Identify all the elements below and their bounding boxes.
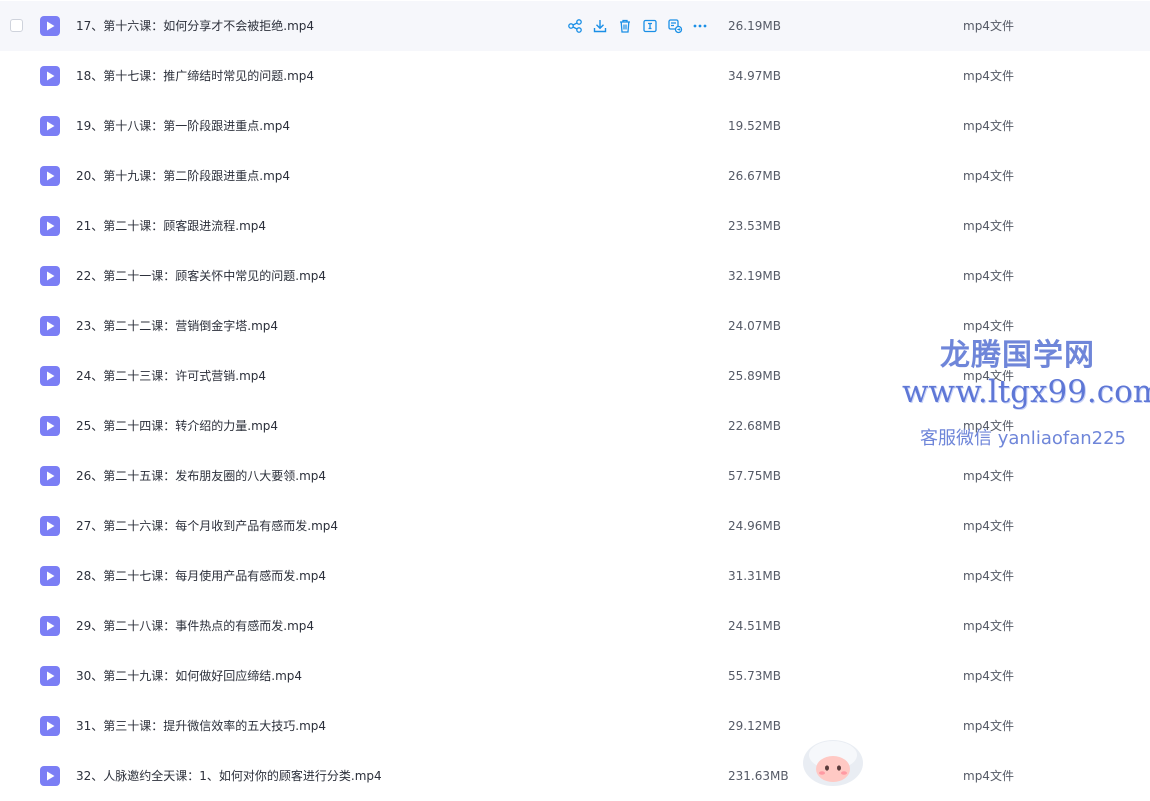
file-row[interactable]: 27、第二十六课：每个月收到产品有感而发.mp4 24.96MB mp4文件: [0, 501, 1150, 551]
file-name[interactable]: 25、第二十四课：转介绍的力量.mp4: [76, 401, 278, 451]
video-file-icon: [40, 466, 60, 486]
more-icon[interactable]: [692, 18, 708, 34]
file-size: 31.31MB: [728, 569, 781, 583]
file-name[interactable]: 29、第二十八课：事件热点的有感而发.mp4: [76, 601, 314, 651]
file-size: 24.07MB: [728, 319, 781, 333]
assistant-mascot-icon[interactable]: [800, 737, 866, 789]
file-name[interactable]: 32、人脉邀约全天课：1、如何对你的顾客进行分类.mp4: [76, 751, 382, 801]
file-type: mp4文件: [963, 269, 1014, 283]
rename-icon[interactable]: [642, 18, 658, 34]
file-size: 55.73MB: [728, 669, 781, 683]
file-type: mp4文件: [963, 119, 1014, 133]
file-name[interactable]: 30、第二十九课：如何做好回应缔结.mp4: [76, 651, 302, 701]
file-size: 32.19MB: [728, 269, 781, 283]
file-name[interactable]: 19、第十八课：第一阶段跟进重点.mp4: [76, 101, 290, 151]
file-type: mp4文件: [963, 469, 1014, 483]
file-type: mp4文件: [963, 169, 1014, 183]
video-file-icon: [40, 366, 60, 386]
file-row[interactable]: 21、第二十课：顾客跟进流程.mp4 23.53MB mp4文件: [0, 201, 1150, 251]
file-type: mp4文件: [963, 69, 1014, 83]
video-file-icon: [40, 66, 60, 86]
file-size: 29.12MB: [728, 719, 781, 733]
video-file-icon: [40, 16, 60, 36]
delete-icon[interactable]: [617, 18, 633, 34]
file-size: 24.51MB: [728, 619, 781, 633]
video-file-icon: [40, 416, 60, 436]
transfer-icon[interactable]: [667, 18, 683, 34]
file-name[interactable]: 31、第三十课：提升微信效率的五大技巧.mp4: [76, 701, 326, 751]
file-name[interactable]: 22、第二十一课：顾客关怀中常见的问题.mp4: [76, 251, 326, 301]
video-file-icon: [40, 716, 60, 736]
file-row[interactable]: 18、第十七课：推广缔结时常见的问题.mp4 34.97MB mp4文件: [0, 51, 1150, 101]
row-actions: [567, 18, 708, 34]
file-row[interactable]: 32、人脉邀约全天课：1、如何对你的顾客进行分类.mp4 231.63MB mp4文…: [0, 751, 1150, 801]
file-name[interactable]: 27、第二十六课：每个月收到产品有感而发.mp4: [76, 501, 338, 551]
file-name[interactable]: 24、第二十三课：许可式营销.mp4: [76, 351, 266, 401]
file-name[interactable]: 21、第二十课：顾客跟进流程.mp4: [76, 201, 266, 251]
video-file-icon: [40, 216, 60, 236]
file-name[interactable]: 18、第十七课：推广缔结时常见的问题.mp4: [76, 51, 314, 101]
video-file-icon: [40, 266, 60, 286]
file-row[interactable]: 22、第二十一课：顾客关怀中常见的问题.mp4 32.19MB mp4文件: [0, 251, 1150, 301]
download-icon[interactable]: [592, 18, 608, 34]
file-type: mp4文件: [963, 619, 1014, 633]
video-file-icon: [40, 316, 60, 336]
file-type: mp4文件: [963, 669, 1014, 683]
video-file-icon: [40, 566, 60, 586]
file-size: 23.53MB: [728, 219, 781, 233]
file-type: mp4文件: [963, 769, 1014, 783]
file-size: 26.67MB: [728, 169, 781, 183]
video-file-icon: [40, 116, 60, 136]
watermark-url: www.ltgx99.com: [902, 374, 1150, 410]
file-size: 24.96MB: [728, 519, 781, 533]
video-file-icon: [40, 666, 60, 686]
file-size: 22.68MB: [728, 419, 781, 433]
file-type: mp4文件: [963, 719, 1014, 733]
file-name[interactable]: 23、第二十二课：营销倒金字塔.mp4: [76, 301, 278, 351]
file-name[interactable]: 26、第二十五课：发布朋友圈的八大要领.mp4: [76, 451, 326, 501]
file-size: 25.89MB: [728, 369, 781, 383]
file-type: mp4文件: [963, 19, 1014, 33]
file-row[interactable]: 28、第二十七课：每月使用产品有感而发.mp4 31.31MB mp4文件: [0, 551, 1150, 601]
file-size: 26.19MB: [728, 19, 781, 33]
file-row[interactable]: 17、第十六课：如何分享才不会被拒绝.mp4 26.19MB mp4文件: [0, 1, 1150, 51]
file-row[interactable]: 30、第二十九课：如何做好回应缔结.mp4 55.73MB mp4文件: [0, 651, 1150, 701]
file-name[interactable]: 28、第二十七课：每月使用产品有感而发.mp4: [76, 551, 326, 601]
file-size: 231.63MB: [728, 769, 789, 783]
file-row[interactable]: 26、第二十五课：发布朋友圈的八大要领.mp4 57.75MB mp4文件: [0, 451, 1150, 501]
file-type: mp4文件: [963, 569, 1014, 583]
watermark-title: 龙腾国学网: [940, 338, 1095, 373]
video-file-icon: [40, 766, 60, 786]
file-size: 57.75MB: [728, 469, 781, 483]
file-row[interactable]: 29、第二十八课：事件热点的有感而发.mp4 24.51MB mp4文件: [0, 601, 1150, 651]
share-icon[interactable]: [567, 18, 583, 34]
row-checkbox[interactable]: [10, 19, 23, 32]
file-type: mp4文件: [963, 219, 1014, 233]
file-name[interactable]: 17、第十六课：如何分享才不会被拒绝.mp4: [76, 1, 314, 51]
file-type: mp4文件: [963, 519, 1014, 533]
file-row[interactable]: 31、第三十课：提升微信效率的五大技巧.mp4 29.12MB mp4文件: [0, 701, 1150, 751]
video-file-icon: [40, 516, 60, 536]
file-row[interactable]: 20、第十九课：第二阶段跟进重点.mp4 26.67MB mp4文件: [0, 151, 1150, 201]
video-file-icon: [40, 166, 60, 186]
file-name[interactable]: 20、第十九课：第二阶段跟进重点.mp4: [76, 151, 290, 201]
file-size: 34.97MB: [728, 69, 781, 83]
file-row[interactable]: 19、第十八课：第一阶段跟进重点.mp4 19.52MB mp4文件: [0, 101, 1150, 151]
video-file-icon: [40, 616, 60, 636]
file-size: 19.52MB: [728, 119, 781, 133]
watermark-contact: 客服微信 yanliaofan225: [920, 428, 1126, 449]
